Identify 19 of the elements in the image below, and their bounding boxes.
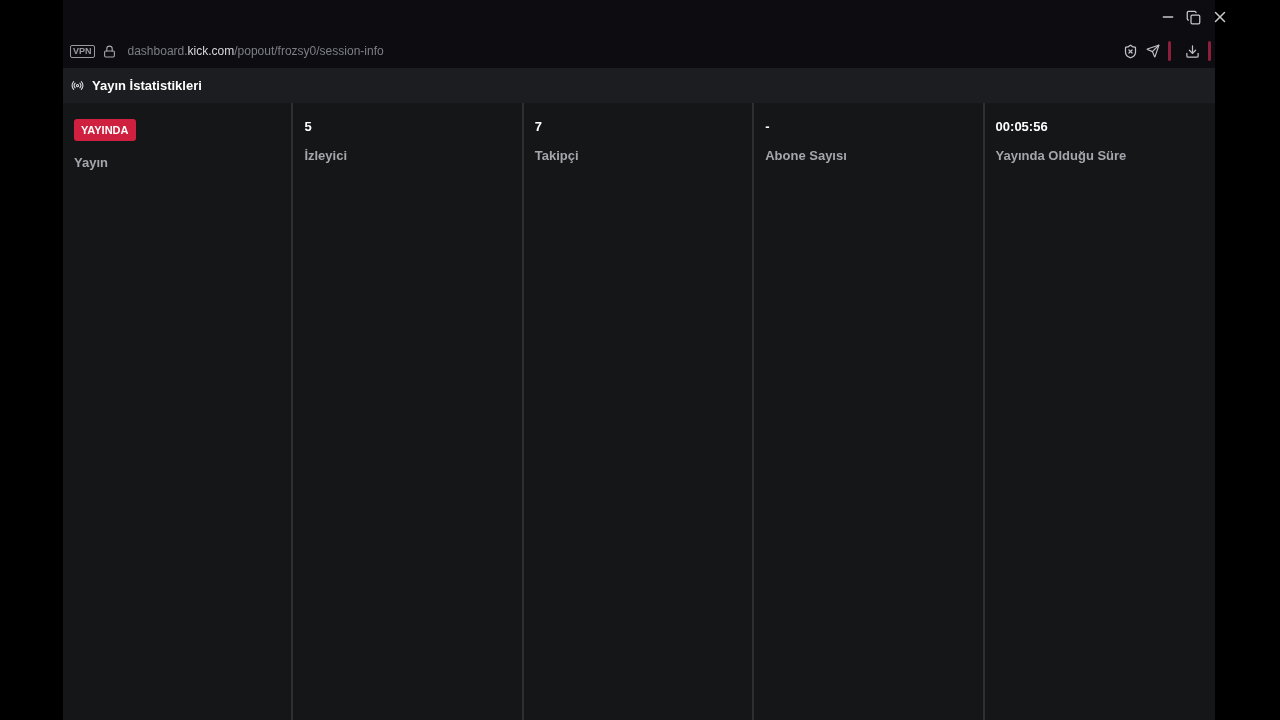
lock-icon — [102, 44, 116, 58]
stat-label: Abone Sayısı — [765, 148, 848, 163]
stat-value: 7 — [534, 119, 544, 134]
panel-title: Yayın İstatistikleri — [92, 78, 202, 93]
broadcast-icon — [71, 79, 84, 92]
stat-value: 00:05:56 — [995, 119, 1049, 134]
live-badge: YAYINDA — [74, 119, 136, 141]
stat-label: Takipçi — [534, 148, 580, 163]
stat-label: Yayında Olduğu Süre — [995, 148, 1128, 163]
stat-label: Yayın — [74, 155, 109, 170]
download-icon[interactable] — [1185, 43, 1200, 59]
url-text[interactable]: dashboard.kick.com/popout/frozsy0/session-info — [127, 44, 384, 58]
shield-icon[interactable] — [1123, 43, 1138, 59]
stat-label: İzleyici — [304, 148, 349, 163]
vpn-badge[interactable]: VPN — [70, 44, 95, 58]
stat-value: - — [765, 119, 771, 134]
send-icon[interactable] — [1146, 44, 1160, 58]
stat-value: 5 — [304, 119, 313, 134]
restore-icon[interactable] — [1186, 9, 1201, 25]
